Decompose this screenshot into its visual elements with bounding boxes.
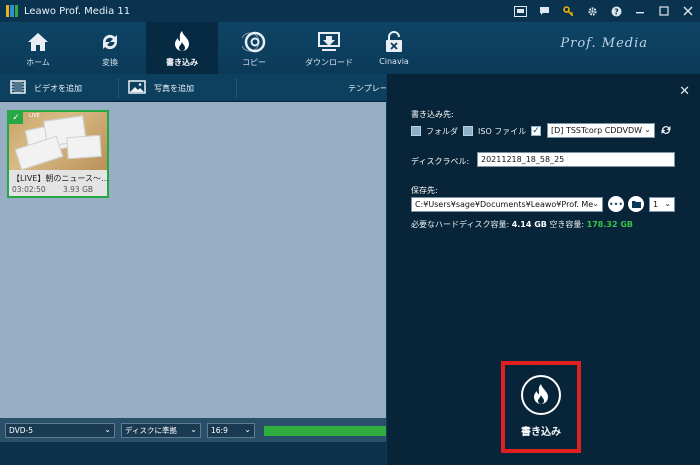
burn-icon: [171, 29, 193, 55]
nav-home[interactable]: ホーム: [2, 22, 74, 74]
hdd-required-value: 4.14 GB: [511, 220, 547, 229]
video-thumbnail: [9, 112, 107, 170]
nav-download-label: ダウンロード: [305, 58, 353, 67]
disc-label-input[interactable]: 20211218_18_58_25: [477, 152, 675, 167]
title-bar: Leawo Prof. Media 11 ?: [0, 0, 700, 22]
chevron-down-icon: ⌄: [592, 199, 599, 208]
ellipsis-icon: •••: [608, 199, 624, 209]
chevron-down-icon: ⌄: [644, 125, 651, 134]
add-photo-label: 写真を追加: [154, 83, 194, 93]
burn-to-label: 書き込み先:: [411, 110, 454, 119]
nav-home-label: ホーム: [26, 58, 50, 67]
copies-select[interactable]: 1 ⌄: [649, 197, 675, 212]
download-icon: [317, 29, 341, 55]
divider: [118, 78, 119, 98]
drive-value: [D] TSSTcorp CDDVDW: [551, 126, 643, 135]
disk-space-info: 必要なハードディスク容量: 4.14 GB 空き容量: 178.32 GB: [411, 219, 633, 230]
free-space-value: 178.32 GB: [586, 220, 633, 229]
aspect-select[interactable]: 16:9 ⌄: [207, 423, 255, 438]
folder-icon: [631, 201, 641, 208]
live-overlay-icon: LIVE: [29, 113, 40, 119]
drive-select[interactable]: [D] TSSTcorp CDDVDW ⌄: [547, 123, 655, 138]
cinavia-icon: [384, 29, 404, 55]
aspect-value: 16:9: [211, 426, 228, 435]
chevron-down-icon: ⌄: [664, 199, 671, 208]
burn-button[interactable]: 書き込み: [501, 361, 581, 453]
help-icon[interactable]: ?: [604, 0, 628, 22]
convert-icon: [99, 29, 121, 55]
copies-value: 1: [653, 200, 659, 209]
video-size: 3.93 GB: [63, 185, 94, 194]
nav-cinavia[interactable]: Cinavia: [358, 22, 430, 74]
video-title: 【LIVE】朝のニュース〜…: [12, 174, 109, 183]
close-icon[interactable]: [676, 0, 700, 22]
photo-icon: [128, 80, 146, 96]
free-space-label: 空き容量:: [549, 220, 585, 229]
home-icon: [26, 29, 50, 55]
bottom-bar: DVD-5 ⌄ ディスクに準拠 ⌄ 16:9 ⌄: [0, 418, 386, 442]
nav-cinavia-label: Cinavia: [379, 57, 409, 66]
brand-logo: Prof. Media: [560, 36, 648, 51]
minimize-icon[interactable]: [628, 0, 652, 22]
divider: [236, 78, 237, 98]
save-path-select[interactable]: C:¥Users¥sage¥Documents¥Leawo¥Prof. Me ⌄: [411, 197, 603, 212]
iso-checkbox[interactable]: [463, 126, 473, 136]
save-path-value: C:¥Users¥sage¥Documents¥Leawo¥Prof. Me: [415, 200, 594, 209]
selected-check-icon: ✓: [9, 112, 23, 124]
video-item[interactable]: ✓ LIVE 【LIVE】朝のニュース〜… 03:02:50 3.93 GB: [7, 110, 109, 198]
close-icon[interactable]: ✕: [679, 84, 690, 99]
film-icon: [10, 80, 26, 96]
chevron-down-icon: ⌄: [244, 425, 251, 434]
burn-icon: [521, 375, 561, 415]
maximize-icon[interactable]: [652, 0, 676, 22]
iso-label: ISO ファイル: [478, 127, 527, 136]
nav-convert-label: 変換: [102, 58, 118, 67]
key-icon[interactable]: [556, 0, 580, 22]
open-folder-button[interactable]: [628, 196, 644, 212]
gear-icon[interactable]: [580, 0, 604, 22]
add-video-label: ビデオを追加: [34, 83, 82, 93]
folder-checkbox[interactable]: [411, 126, 421, 136]
refresh-icon[interactable]: [660, 124, 672, 139]
nav-copy[interactable]: コピー: [218, 22, 290, 74]
nav-copy-label: コピー: [242, 58, 266, 67]
chevron-down-icon: ⌄: [104, 425, 111, 434]
video-duration: 03:02:50: [12, 185, 46, 194]
nav-burn[interactable]: 書き込み: [146, 22, 218, 74]
app-logo-icon: [6, 5, 18, 17]
burn-settings-panel: ✕ 書き込み先: フォルダ ISO ファイル ✓ [D] TSSTcorp CD…: [386, 74, 700, 465]
nav-burn-label: 書き込み: [166, 58, 198, 67]
svg-text:?: ?: [614, 7, 619, 16]
fit-mode-select[interactable]: ディスクに準拠 ⌄: [121, 423, 201, 438]
save-to-label: 保存先:: [411, 186, 438, 195]
more-options-button[interactable]: •••: [608, 196, 624, 212]
main-toolbar: ホーム 変換 書き込み コピー ダウンロード Cinavia Prof. Med…: [0, 22, 700, 74]
disc-type-select[interactable]: DVD-5 ⌄: [5, 423, 115, 438]
disc-label-label: ディスクラベル:: [411, 157, 470, 166]
disc-type-value: DVD-5: [9, 426, 34, 435]
footer: [0, 442, 386, 465]
video-list-area: ✓ LIVE 【LIVE】朝のニュース〜… 03:02:50 3.93 GB: [0, 102, 386, 418]
drive-checkbox[interactable]: ✓: [531, 126, 541, 136]
fit-mode-value: ディスクに準拠: [125, 426, 177, 435]
chevron-down-icon: ⌄: [190, 425, 197, 434]
hdd-required-label: 必要なハードディスク容量:: [411, 220, 510, 229]
nav-convert[interactable]: 変換: [74, 22, 146, 74]
add-video-button[interactable]: ビデオを追加: [10, 74, 82, 102]
disc-capacity-bar: [264, 426, 386, 436]
nav-download[interactable]: ダウンロード: [290, 22, 368, 74]
cart-icon[interactable]: [508, 0, 532, 22]
app-title: Leawo Prof. Media 11: [24, 5, 131, 17]
burn-button-label: 書き込み: [521, 427, 561, 438]
disc-copy-icon: [242, 29, 266, 55]
add-photo-button[interactable]: 写真を追加: [128, 74, 194, 102]
chat-icon[interactable]: [532, 0, 556, 22]
folder-label: フォルダ: [426, 127, 458, 136]
